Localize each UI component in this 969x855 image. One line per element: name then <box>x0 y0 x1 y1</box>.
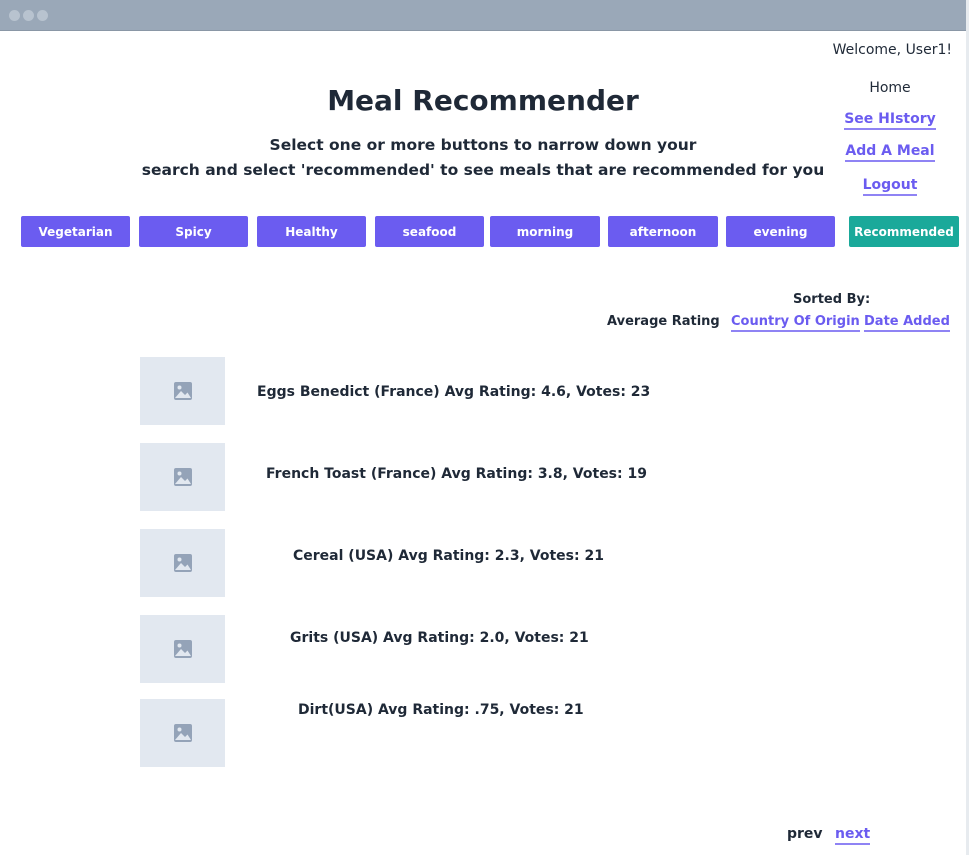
meal-thumbnail <box>140 529 225 597</box>
meal-summary: Eggs Benedict (France) Avg Rating: 4.6, … <box>257 384 651 400</box>
meal-summary: Cereal (USA) Avg Rating: 2.3, Votes: 21 <box>293 548 604 564</box>
page-title: Meal Recommender <box>327 84 639 117</box>
filter-seafood-button[interactable]: seafood <box>375 216 484 247</box>
filter-spicy-button[interactable]: Spicy <box>139 216 248 247</box>
image-placeholder-icon <box>173 382 192 400</box>
meal-list-item[interactable]: Eggs Benedict (France) Avg Rating: 4.6, … <box>140 357 760 425</box>
meal-summary: Dirt(USA) Avg Rating: .75, Votes: 21 <box>298 702 584 718</box>
instructions-line-2: search and select 'recommended' to see m… <box>141 161 825 179</box>
prev-page[interactable]: prev <box>787 826 823 842</box>
image-placeholder-icon <box>173 640 192 658</box>
instructions-line-1: Select one or more buttons to narrow dow… <box>269 136 697 154</box>
filter-afternoon-button[interactable]: afternoon <box>608 216 718 247</box>
window-dot-icon[interactable] <box>9 10 20 21</box>
meal-list-item[interactable]: French Toast (France) Avg Rating: 3.8, V… <box>140 443 760 511</box>
meal-thumbnail <box>140 615 225 683</box>
welcome-text: Welcome, User1! <box>832 42 952 58</box>
window-controls <box>9 10 48 21</box>
window-titlebar <box>0 0 967 31</box>
meal-list-item[interactable]: Grits (USA) Avg Rating: 2.0, Votes: 21 <box>140 615 760 683</box>
window-dot-icon[interactable] <box>37 10 48 21</box>
page-instructions: Select one or more buttons to narrow dow… <box>0 133 966 183</box>
filter-bar: Vegetarian Spicy Healthy seafood morning… <box>0 216 966 247</box>
meal-summary: French Toast (France) Avg Rating: 3.8, V… <box>266 466 647 482</box>
recommended-button[interactable]: Recommended <box>849 216 959 247</box>
sort-label: Sorted By: <box>793 292 871 307</box>
image-placeholder-icon <box>173 724 192 742</box>
next-page-link[interactable]: next <box>835 826 871 845</box>
window-dot-icon[interactable] <box>23 10 34 21</box>
meal-thumbnail <box>140 443 225 511</box>
filter-evening-button[interactable]: evening <box>726 216 835 247</box>
sort-country-of-origin-link[interactable]: Country Of Origin <box>731 314 860 332</box>
filter-vegetarian-button[interactable]: Vegetarian <box>21 216 130 247</box>
meal-list-item[interactable]: Dirt(USA) Avg Rating: .75, Votes: 21 <box>140 699 760 767</box>
meal-thumbnail <box>140 699 225 767</box>
meal-summary: Grits (USA) Avg Rating: 2.0, Votes: 21 <box>290 630 589 646</box>
image-placeholder-icon <box>173 468 192 486</box>
sort-average-rating[interactable]: Average Rating <box>607 314 720 329</box>
filter-morning-button[interactable]: morning <box>490 216 600 247</box>
sort-date-added-link[interactable]: Date Added <box>864 314 950 332</box>
image-placeholder-icon <box>173 554 192 572</box>
meal-list-item[interactable]: Cereal (USA) Avg Rating: 2.3, Votes: 21 <box>140 529 760 597</box>
meal-thumbnail <box>140 357 225 425</box>
filter-healthy-button[interactable]: Healthy <box>257 216 366 247</box>
